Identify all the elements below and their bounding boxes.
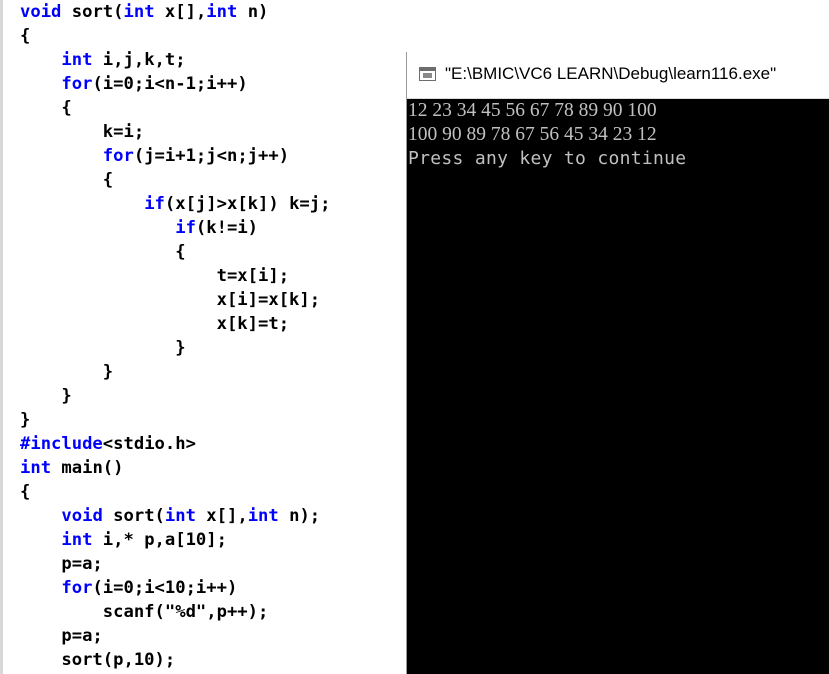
code-line: scanf("%d",p++);: [20, 600, 330, 624]
code-line: {: [20, 168, 330, 192]
code-line: p=a;: [20, 552, 330, 576]
code-text: {: [20, 482, 31, 502]
code-text: }: [20, 338, 186, 358]
code-text: p=a;: [20, 626, 103, 646]
code-line: {: [20, 96, 330, 120]
code-text: }: [20, 410, 31, 430]
code-keyword: if: [144, 194, 165, 214]
code-line: if(x[j]>x[k]) k=j;: [20, 192, 330, 216]
code-text: (i=0;i<10;i++): [92, 578, 238, 598]
code-text: n): [237, 2, 269, 22]
code-text: scanf("%d",p++);: [20, 602, 269, 622]
code-line: void sort(int x[],int n): [20, 0, 330, 24]
console-output-line: Press any key to continue: [408, 148, 687, 169]
code-line: }: [20, 336, 330, 360]
console-output-line: 100 90 89 78 67 56 45 34 23 12: [408, 124, 657, 145]
code-keyword: int: [123, 2, 155, 22]
code-line: #include<stdio.h>: [20, 432, 330, 456]
code-line: x[k]=t;: [20, 312, 330, 336]
code-keyword: int: [206, 2, 238, 22]
console-window-icon[interactable]: [419, 67, 436, 81]
code-text: i,* p,a[10];: [92, 530, 227, 550]
code-text: (x[j]>x[k]) k=j;: [164, 194, 331, 214]
code-text: x[],: [195, 506, 248, 526]
editor-gutter: [0, 0, 3, 674]
code-text: <stdio.h>: [102, 434, 196, 454]
code-text: }: [20, 386, 72, 406]
code-text: (j=i+1;j<n;j++): [133, 146, 290, 166]
code-text: x[i]=x[k];: [20, 290, 321, 310]
window-title: "E:\BMIC\VC6 LEARN\Debug\learn116.exe": [445, 64, 777, 83]
code-line: for(i=0;i<10;i++): [20, 576, 330, 600]
code-text: main(): [51, 458, 124, 478]
code-line: int i,j,k,t;: [20, 48, 330, 72]
console-output[interactable]: 12 23 34 45 56 67 78 89 90 100 100 90 89…: [408, 99, 828, 674]
code-text: sort(: [102, 506, 165, 526]
code-line: k=i;: [20, 120, 330, 144]
code-text: sort(p,10);: [20, 650, 176, 670]
code-keyword: for: [102, 146, 134, 166]
desktop: void sort(int x[],int n){ int i,j,k,t; f…: [0, 0, 829, 674]
console-titlebar[interactable]: "E:\BMIC\VC6 LEARN\Debug\learn116.exe": [407, 52, 829, 99]
code-keyword: for: [61, 578, 93, 598]
code-text: n);: [278, 506, 321, 526]
code-line: void sort(int x[],int n);: [20, 504, 330, 528]
code-text: x[k]=t;: [20, 314, 290, 334]
code-preprocessor: #include: [20, 434, 103, 454]
code-keyword: int: [20, 458, 52, 478]
code-line: p=a;: [20, 624, 330, 648]
console-window[interactable]: "E:\BMIC\VC6 LEARN\Debug\learn116.exe" 1…: [406, 52, 829, 674]
code-keyword: int: [164, 506, 196, 526]
code-text: {: [20, 98, 72, 118]
code-text: (i=0;i<n-1;i++): [92, 74, 248, 94]
code-text: }: [20, 362, 114, 382]
code-text: i,j,k,t;: [92, 50, 186, 70]
code-editor[interactable]: void sort(int x[],int n){ int i,j,k,t; f…: [0, 0, 406, 674]
code-keyword: for: [61, 74, 93, 94]
code-keyword: void: [20, 2, 62, 22]
code-line: }: [20, 408, 330, 432]
code-line: t=x[i];: [20, 264, 330, 288]
code-text: sort(: [61, 2, 124, 22]
code-line: for(i=0;i<n-1;i++): [20, 72, 330, 96]
code-text: {: [20, 242, 186, 262]
code-line: x[i]=x[k];: [20, 288, 330, 312]
code-text: x[],: [154, 2, 207, 22]
code-text: {: [20, 170, 114, 190]
code-text: k=i;: [20, 122, 145, 142]
code-line: int i,* p,a[10];: [20, 528, 330, 552]
code-keyword: int: [247, 506, 279, 526]
code-keyword: int: [61, 50, 93, 70]
code-keyword: int: [61, 530, 93, 550]
code-line: }: [20, 384, 330, 408]
code-text: {: [20, 26, 31, 46]
code-line: }: [20, 360, 330, 384]
code-line: int main(): [20, 456, 330, 480]
code-text: t=x[i];: [20, 266, 290, 286]
code-keyword: if: [175, 218, 196, 238]
console-output-line: 12 23 34 45 56 67 78 89 90 100: [408, 100, 657, 121]
code-line: {: [20, 480, 330, 504]
code-keyword: void: [61, 506, 103, 526]
code-line: {: [20, 24, 330, 48]
code-lines: void sort(int x[],int n){ int i,j,k,t; f…: [20, 0, 330, 672]
code-line: if(k!=i): [20, 216, 330, 240]
code-line: {: [20, 240, 330, 264]
code-line: sort(p,10);: [20, 648, 330, 672]
code-text: p=a;: [20, 554, 103, 574]
code-line: for(j=i+1;j<n;j++): [20, 144, 330, 168]
code-text: (k!=i): [195, 218, 259, 238]
